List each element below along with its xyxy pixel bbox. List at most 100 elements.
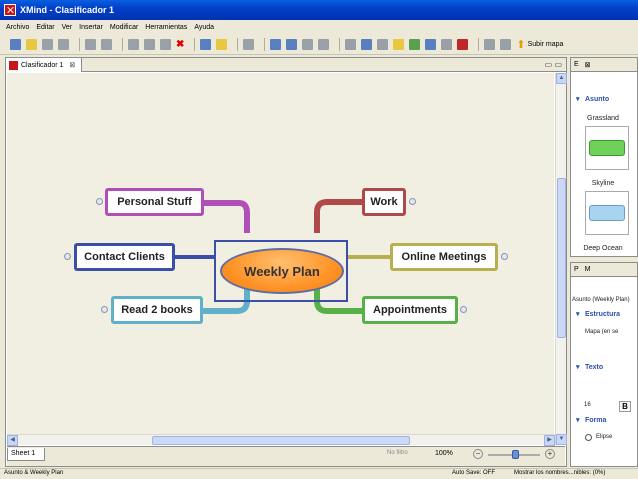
horizontal-scroll-thumb[interactable] [152,436,410,445]
editor-pane: Clasificador 1 ⊠ ▭ ▭ Weekly Plan Persona… [5,57,567,467]
stop-icon[interactable] [457,39,469,50]
toolbar-separator [122,38,123,51]
tab-propiedades[interactable]: P [574,266,579,273]
cut-icon[interactable] [128,39,139,50]
sheet-bar: Sheet 1 No filtro 100% − + [7,446,565,466]
collapse-work-icon[interactable] [409,198,416,205]
collapse-online-meetings-icon[interactable] [501,253,508,260]
attachment-icon[interactable] [345,39,357,50]
tab-clasificador-1[interactable]: Clasificador 1 ⊠ [6,58,82,72]
topic-contact-clients[interactable]: Contact Clients [74,243,175,271]
drill-up-icon[interactable] [500,39,512,50]
minimize-maximize-icons[interactable]: ▭ ▭ [545,60,562,69]
central-topic[interactable]: Weekly Plan [220,248,344,294]
toolbar-separator [237,38,239,51]
status-autosave[interactable]: Auto Save: OFF [452,470,495,476]
skyline-swatch [589,205,625,221]
filter-status: No filtro [387,450,408,456]
menu-insertar[interactable]: Insertar [79,24,103,31]
window-title: XMind - Clasificador 1 [20,5,115,15]
layout-icon[interactable] [441,39,453,50]
open-folder-icon[interactable] [26,39,37,50]
structure-value[interactable]: Mapa (en se [585,329,618,335]
style-skyline[interactable] [585,191,629,235]
horizontal-scrollbar[interactable]: ◀ ▶ [7,434,555,446]
new-file-icon[interactable] [10,39,21,50]
collapse-appointments-icon[interactable] [460,306,467,313]
paste-icon[interactable] [160,39,171,50]
styles-panel: E ⊠ Asunto Grassland Skyline Deep Ocean [570,57,638,257]
toolbar-separator [339,38,341,51]
tab-estilos[interactable]: E [574,61,579,68]
scroll-up-icon[interactable]: ▲ [556,73,567,84]
subir-mapa-button[interactable]: ⬆ Subir mapa [516,38,563,51]
topic-online-meetings[interactable]: Online Meetings [390,243,498,271]
topic-personal-stuff[interactable]: Personal Stuff [105,188,204,216]
properties-panel: P M Asunto (Weekly Plan) Estructura Mapa… [570,262,638,467]
vertical-scroll-thumb[interactable] [557,178,566,338]
collapse-read-books-icon[interactable] [101,306,108,313]
section-forma[interactable]: Forma [571,415,637,427]
sheet-tab[interactable]: Sheet 1 [7,448,45,461]
scroll-left-icon[interactable]: ◀ [7,435,18,446]
mindmap-canvas[interactable]: Weekly Plan Personal Stuff Contact Clien… [7,73,554,434]
shape-radio[interactable] [585,434,592,441]
note-icon[interactable] [377,39,389,50]
delete-icon[interactable]: ✖ [176,39,184,50]
menu-herramientas[interactable]: Herramientas [145,24,187,31]
label-icon[interactable] [393,39,405,50]
structure-icon[interactable] [243,39,255,50]
relationship-icon[interactable] [286,39,298,50]
hyperlink-icon[interactable] [425,39,437,50]
editor-tab-bar: Clasificador 1 ⊠ ▭ ▭ [6,58,566,72]
collapse-contact-clients-icon[interactable] [64,253,71,260]
menu-ver[interactable]: Ver [62,24,73,31]
zoom-slider-knob[interactable] [512,450,519,459]
menu-editar[interactable]: Editar [36,24,54,31]
scroll-down-icon[interactable]: ▼ [556,434,567,445]
boundary-icon[interactable] [302,39,314,50]
toolbar-separator [478,38,480,51]
copy-icon[interactable] [144,39,155,50]
vertical-scrollbar[interactable]: ▲ ▼ [555,73,567,445]
menu-modificar[interactable]: Modificar [110,24,138,31]
zoom-out-icon[interactable]: − [473,449,483,459]
topic-icon[interactable] [200,39,212,50]
print-icon[interactable] [58,39,69,50]
status-bar: Asunto & Weekly Plan Auto Save: OFF Most… [0,468,638,479]
subtopic-icon[interactable] [270,39,282,50]
font-size-value[interactable]: 16 [584,402,591,408]
section-estructura[interactable]: Estructura [571,309,637,321]
summary-icon[interactable] [318,39,330,50]
zoom-in-icon[interactable]: + [545,449,555,459]
topic-appointments[interactable]: Appointments [362,296,458,324]
undo-icon[interactable] [85,39,96,50]
image-icon[interactable] [361,39,373,50]
drill-down-icon[interactable] [484,39,496,50]
toolbar-separator [79,38,80,51]
section-texto[interactable]: Texto [571,362,637,374]
menu-archivo[interactable]: Archivo [6,24,29,31]
window-title-bar: XMind - Clasificador 1 [0,0,638,20]
styles-panel-tabs: E ⊠ [571,58,637,72]
topic-read-2-books[interactable]: Read 2 books [111,296,203,324]
style-grassland[interactable] [585,126,629,170]
close-tab-icon[interactable]: ⊠ [69,61,75,69]
bold-button[interactable]: B [619,401,631,412]
menu-ayuda[interactable]: Ayuda [194,24,214,31]
close-panel-icon[interactable]: ⊠ [585,61,591,69]
redo-icon[interactable] [101,39,112,50]
marker-icon[interactable] [409,39,421,50]
central-topic-selection[interactable]: Weekly Plan [214,240,348,302]
save-icon[interactable] [42,39,53,50]
toolbar-separator [264,38,266,51]
tab-marcadores[interactable]: M [585,266,591,273]
tab-label: Clasificador 1 [21,61,64,69]
topic-work[interactable]: Work [362,188,406,216]
lightbulb-icon[interactable] [216,39,228,50]
collapse-personal-stuff-icon[interactable] [96,198,103,205]
section-asunto[interactable]: Asunto [571,94,637,106]
scroll-right-icon[interactable]: ▶ [544,435,555,446]
grassland-swatch [589,140,625,156]
zoom-level[interactable]: 100% [435,450,453,457]
